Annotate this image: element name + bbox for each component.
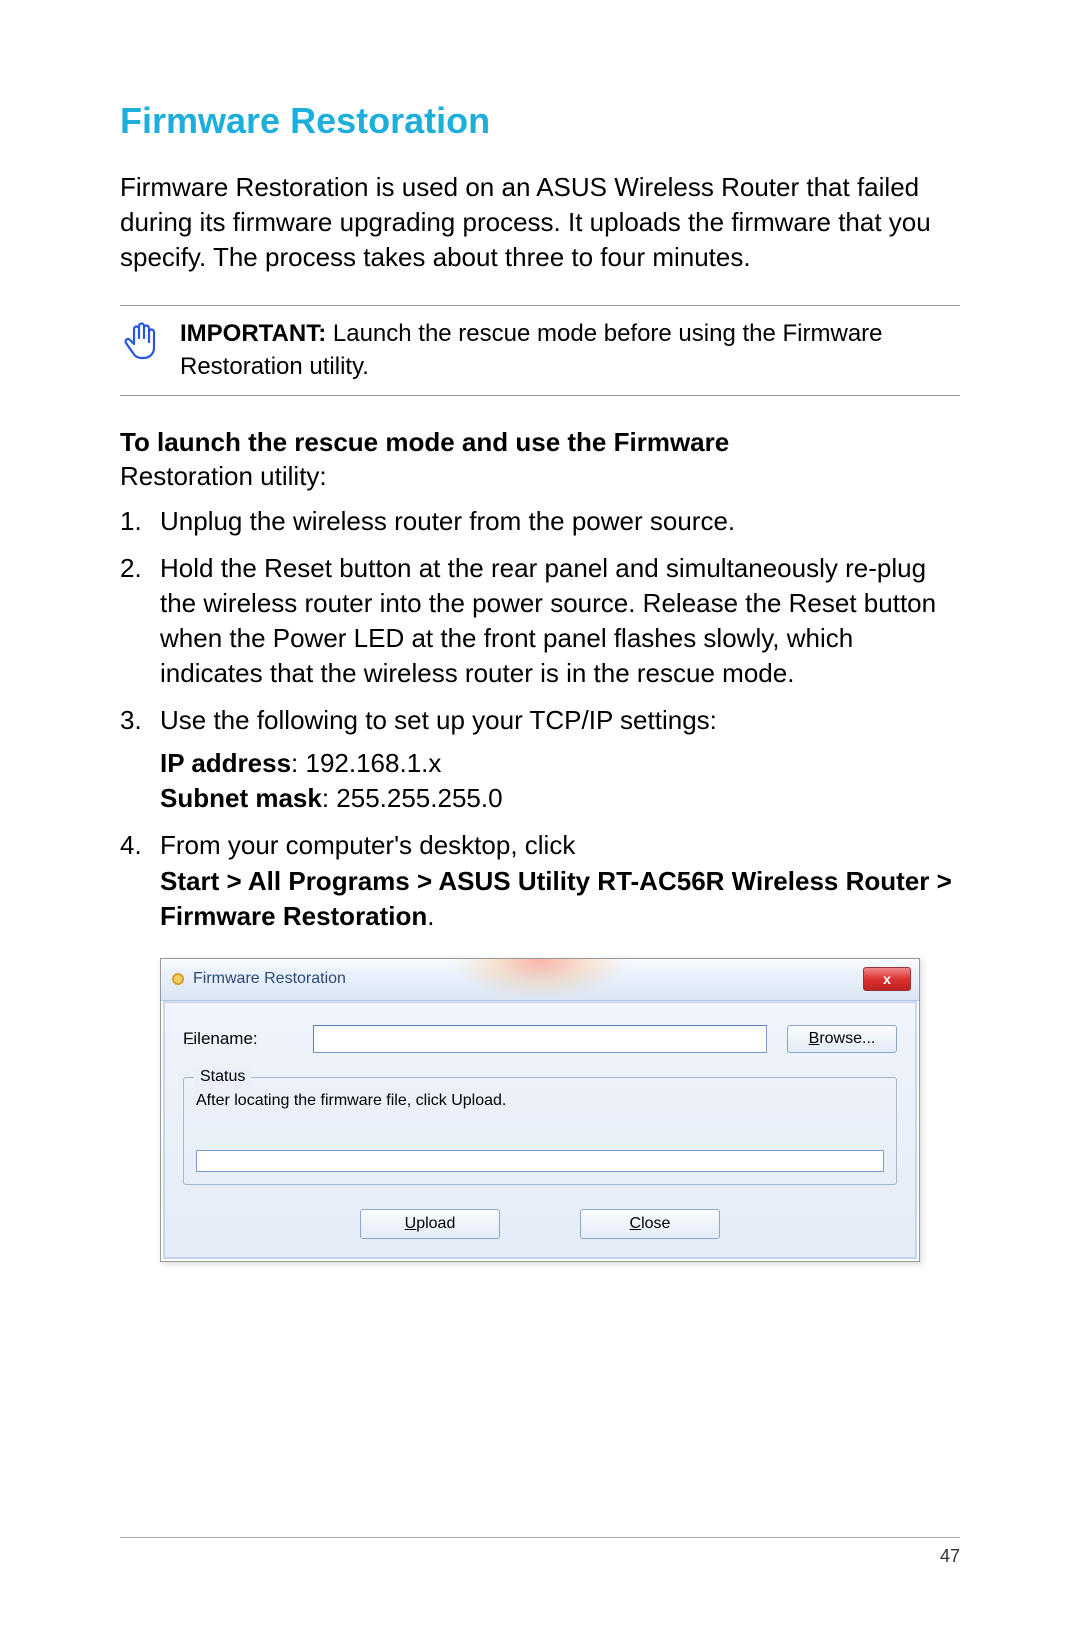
close-dialog-button[interactable]: Close	[580, 1209, 720, 1239]
launch-heading-bold: To launch the rescue mode and use the Fi…	[120, 427, 729, 457]
close-button[interactable]: x	[863, 967, 911, 991]
hand-stop-icon	[120, 318, 160, 368]
important-callout: IMPORTANT: Launch the rescue mode before…	[120, 305, 960, 396]
dialog-titlebar: Firmware Restoration x	[161, 959, 919, 1001]
close-icon: x	[883, 971, 891, 987]
upload-button[interactable]: Upload	[360, 1209, 500, 1239]
subnet-mask-value: : 255.255.255.0	[322, 783, 503, 813]
important-text: IMPORTANT: Launch the rescue mode before…	[180, 318, 960, 383]
step-4: From your computer's desktop, click Star…	[120, 828, 960, 933]
step-1: Unplug the wireless router from the powe…	[120, 504, 960, 539]
titlebar-glow	[450, 959, 630, 1001]
launch-heading: To launch the rescue mode and use the Fi…	[120, 426, 960, 494]
steps-list: Unplug the wireless router from the powe…	[120, 504, 960, 934]
page-heading: Firmware Restoration	[120, 100, 960, 142]
ip-address-value: : 192.168.1.x	[291, 748, 441, 778]
app-icon	[169, 970, 187, 988]
firmware-dialog: Firmware Restoration x Filename: Browse.…	[160, 958, 920, 1262]
browse-button[interactable]: Browse...	[787, 1025, 897, 1053]
page-number: 47	[940, 1546, 960, 1566]
intro-paragraph: Firmware Restoration is used on an ASUS …	[120, 170, 960, 275]
status-group: Status After locating the firmware file,…	[183, 1077, 897, 1185]
filename-label: Filename:	[183, 1029, 293, 1049]
page-footer: 47	[120, 1537, 960, 1567]
filename-row: Filename: Browse...	[183, 1025, 897, 1053]
step-4-path: Start > All Programs > ASUS Utility RT-A…	[160, 866, 952, 931]
step-4-intro: From your computer's desktop, click	[160, 830, 575, 860]
step-2: Hold the Reset button at the rear panel …	[120, 551, 960, 691]
step-4-period: .	[427, 901, 434, 931]
dialog-buttons: Upload Close	[183, 1209, 897, 1239]
step-3: Use the following to set up your TCP/IP …	[120, 703, 960, 816]
status-text: After locating the firmware file, click …	[196, 1092, 884, 1110]
step-3-intro: Use the following to set up your TCP/IP …	[160, 705, 717, 735]
subnet-mask-label: Subnet mask	[160, 783, 322, 813]
launch-heading-normal: Restoration utility:	[120, 461, 327, 491]
filename-input[interactable]	[313, 1025, 767, 1053]
dialog-title: Firmware Restoration	[193, 970, 346, 988]
progress-bar	[196, 1150, 884, 1172]
ip-address-label: IP address	[160, 748, 291, 778]
important-label: IMPORTANT:	[180, 320, 326, 347]
status-legend: Status	[194, 1068, 251, 1086]
dialog-body: Filename: Browse... Status After locatin…	[161, 1001, 919, 1261]
